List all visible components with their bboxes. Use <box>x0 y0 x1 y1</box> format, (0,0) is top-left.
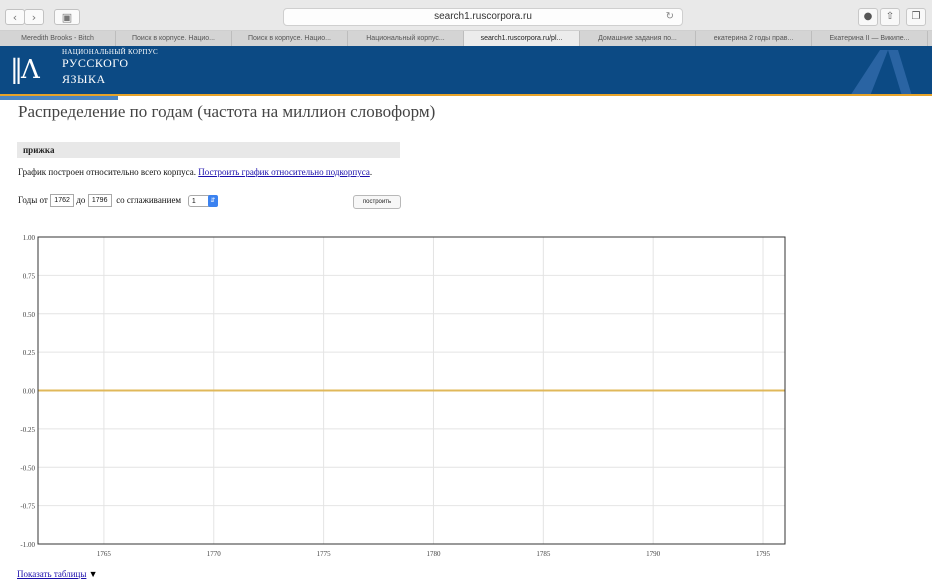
brand-line-1: НАЦИОНАЛЬНЫЙ КОРПУС <box>62 48 158 56</box>
tab-2[interactable]: Поиск в корпусе. Нацио... <box>232 31 348 46</box>
years-to-label: до <box>76 195 86 205</box>
browser-toolbar: ‹ › ▣ search1.ruscorpora.ru ↻ ● ⇧ ❐ <box>0 0 932 31</box>
show-table-link[interactable]: Показать таблицы <box>17 569 86 579</box>
y-tick-label: 1.00 <box>23 234 36 242</box>
header-stripe <box>0 94 932 96</box>
tab-1[interactable]: Поиск в корпусе. Нацио... <box>116 31 232 46</box>
y-tick-label: 0.75 <box>23 272 36 280</box>
y-tick-label: 0.50 <box>23 311 36 319</box>
tab-strip: Meredith Brooks - Bitch Поиск в корпусе.… <box>0 31 932 47</box>
y-tick-label: -0.75 <box>20 503 35 511</box>
x-tick-label: 1795 <box>756 550 771 558</box>
build-button[interactable]: построить <box>353 195 401 209</box>
corpus-logo-icon[interactable]: ‖Λ <box>10 55 40 85</box>
brand-line-3: ЯЗЫКА <box>62 72 106 86</box>
show-table-toggle[interactable]: Показать таблицы ▼ <box>17 569 98 579</box>
smoothing-select[interactable]: 1 ⇵ <box>187 194 218 207</box>
brand-line-2: РУССКОГО <box>62 56 129 70</box>
y-tick-label: -1.00 <box>20 541 35 549</box>
address-text: search1.ruscorpora.ru <box>434 11 532 22</box>
info-text: График построен относительно всего корпу… <box>18 167 197 177</box>
header-decoration-icon <box>850 50 912 96</box>
years-form: Годы от 1762 до 1796 со сглаживанием 1 ⇵ <box>18 193 218 208</box>
y-tick-label: 0.25 <box>23 349 36 357</box>
x-tick-label: 1765 <box>97 550 112 558</box>
query-label: прижка <box>17 142 400 158</box>
x-tick-label: 1775 <box>317 550 332 558</box>
address-bar[interactable]: search1.ruscorpora.ru ↻ <box>283 8 683 26</box>
tab-0[interactable]: Meredith Brooks - Bitch <box>0 31 116 46</box>
y-tick-label: -0.50 <box>20 464 35 472</box>
tabs-overview-icon[interactable]: ❐ <box>906 8 926 26</box>
download-icon[interactable]: ● <box>858 8 878 26</box>
y-tick-label: -0.25 <box>20 426 35 434</box>
subcorpus-link[interactable]: Построить график относительно подкорпуса <box>198 167 370 177</box>
forward-button[interactable]: › <box>24 9 44 25</box>
reload-icon[interactable]: ↻ <box>666 9 674 25</box>
y-tick-label: 0.00 <box>23 388 36 396</box>
site-header: ‖Λ НАЦИОНАЛЬНЫЙ КОРПУС РУССКОГО ЯЗЫКА <box>0 46 932 96</box>
tab-5[interactable]: Домашние задания по... <box>580 31 696 46</box>
tab-3[interactable]: Национальный корпус... <box>348 31 464 46</box>
expand-arrow-icon: ▼ <box>88 569 98 579</box>
frequency-chart: 1.00 0.75 0.50 0.25 0.00 -0.25 -0.50 -0.75 -1.00… <box>20 234 786 558</box>
corpus-info-line: График построен относительно всего корпу… <box>18 167 372 177</box>
tab-6[interactable]: екатерина 2 годы прав... <box>696 31 812 46</box>
sidebar-toggle-icon[interactable]: ▣ <box>54 9 80 25</box>
x-tick-labels: 1765 1770 1775 1780 1785 1790 1795 <box>97 550 771 558</box>
back-button[interactable]: ‹ <box>5 9 25 25</box>
smoothing-value: 1 <box>191 197 196 205</box>
tab-7[interactable]: Екатерина II — Википе... <box>812 31 928 46</box>
year-to-input[interactable]: 1796 <box>87 194 112 208</box>
x-tick-label: 1785 <box>536 550 551 558</box>
year-from-input[interactable]: 1762 <box>50 194 75 208</box>
tab-4[interactable]: search1.ruscorpora.ru/pl... <box>464 31 580 46</box>
years-from-label: Годы от <box>18 195 48 205</box>
page-title: Распределение по годам (частота на милли… <box>18 102 436 121</box>
x-tick-label: 1770 <box>207 550 222 558</box>
select-arrows-icon: ⇵ <box>207 194 218 207</box>
header-underline <box>0 96 118 100</box>
smoothing-label: со сглаживанием <box>116 195 182 205</box>
x-tick-label: 1780 <box>426 550 441 558</box>
x-tick-label: 1790 <box>646 550 661 558</box>
share-icon[interactable]: ⇧ <box>880 8 900 26</box>
info-tail: . <box>369 167 373 177</box>
y-tick-labels: 1.00 0.75 0.50 0.25 0.00 -0.25 -0.50 -0.75 -1.00 <box>20 234 35 549</box>
